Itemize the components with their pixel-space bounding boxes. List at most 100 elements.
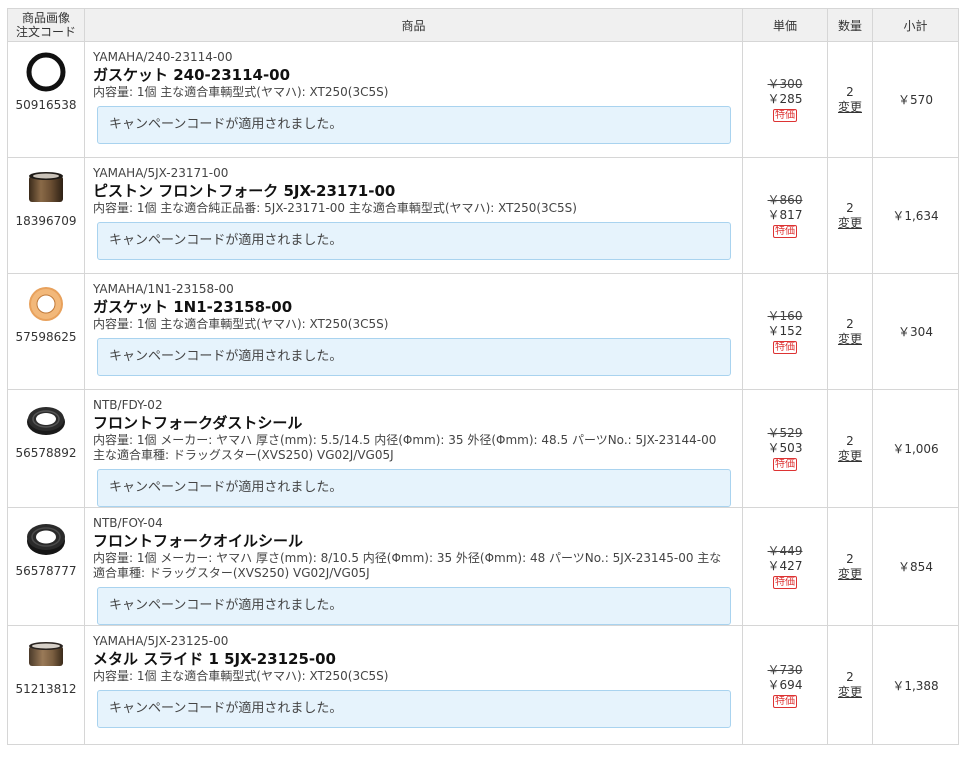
metal-slide-image[interactable] — [24, 634, 68, 678]
product-name[interactable]: ピストン フロントフォーク 5JX-23171-00 — [93, 181, 732, 201]
item-qty-cell: 2 変更 — [827, 273, 873, 390]
product-spec: 内容量: 1個 主な適合車輌型式(ヤマハ): XT250(3C5S) — [93, 669, 389, 683]
campaign-notice: キャンペーンコードが適用されました。 — [97, 222, 731, 260]
special-price-badge: 特価 — [773, 576, 797, 589]
order-code: 56578777 — [15, 564, 77, 578]
change-quantity-link[interactable]: 変更 — [828, 216, 872, 231]
cart-header-row: 商品画像 注文コード 商品 単価 数量 小計 — [7, 8, 959, 42]
header-subtotal: 小計 — [872, 8, 959, 42]
item-product-cell: YAMAHA/5JX-23125-00 メタル スライド 1 5JX-23125… — [84, 625, 743, 745]
original-price: ￥160 — [767, 309, 803, 323]
product-name[interactable]: ガスケット 240-23114-00 — [93, 65, 732, 85]
cart-item-row: 56578892 NTB/FDY-02 フロントフォークダストシール 内容量: … — [7, 389, 959, 508]
item-code-cell: 18396709 — [7, 157, 85, 274]
sale-price: ￥285 — [767, 92, 803, 106]
product-name[interactable]: フロントフォークダストシール — [93, 413, 732, 433]
original-price: ￥860 — [767, 193, 803, 207]
change-quantity-link[interactable]: 変更 — [828, 332, 872, 347]
header-code: 商品画像 注文コード — [7, 8, 85, 42]
maker-code: YAMAHA/240-23114-00 — [93, 50, 233, 64]
item-price-cell: ￥160 ￥152 特価 — [742, 273, 828, 390]
header-qty: 数量 — [827, 8, 873, 42]
special-price-badge: 特価 — [773, 694, 797, 708]
maker-code: YAMAHA/1N1-23158-00 — [93, 282, 234, 296]
item-qty-cell: 2 変更 — [827, 507, 873, 626]
item-qty-cell: 2 変更 — [827, 389, 873, 508]
item-subtotal: ￥1,634 — [872, 157, 959, 274]
product-spec: 内容量: 1個 主な適合車輌型式(ヤマハ): XT250(3C5S) — [93, 85, 389, 99]
product-name[interactable]: ガスケット 1N1-23158-00 — [93, 297, 732, 317]
special-price-badge: 特価 — [773, 225, 797, 238]
product-name[interactable]: フロントフォークオイルシール — [93, 531, 732, 551]
product-name[interactable]: メタル スライド 1 5JX-23125-00 — [93, 649, 732, 669]
change-quantity-link[interactable]: 変更 — [828, 100, 872, 115]
quantity-value: 2 — [846, 316, 854, 331]
special-price-badge: 特価 — [773, 109, 797, 122]
original-price: ￥449 — [767, 544, 803, 558]
piston-bushing-image[interactable] — [24, 166, 68, 210]
header-code-line1: 商品画像 — [21, 11, 70, 25]
change-quantity-link[interactable]: 変更 — [828, 685, 872, 700]
item-code-cell: 51213812 — [7, 625, 85, 745]
oil-seal-image[interactable] — [24, 516, 68, 560]
cart-item-row: 18396709 YAMAHA/5JX-23171-00 ピストン フロントフォ… — [7, 157, 959, 274]
item-price-cell: ￥449 ￥427 特価 — [742, 507, 828, 626]
sale-price: ￥694 — [767, 677, 803, 692]
original-price: ￥529 — [767, 426, 803, 440]
maker-code: NTB/FDY-02 — [93, 398, 163, 412]
maker-code: YAMAHA/5JX-23125-00 — [93, 634, 229, 648]
quantity-value: 2 — [846, 84, 854, 99]
cart-item-row: 57598625 YAMAHA/1N1-23158-00 ガスケット 1N1-2… — [7, 273, 959, 390]
sale-price: ￥503 — [767, 441, 803, 455]
quantity-value: 2 — [846, 551, 854, 566]
order-code: 51213812 — [15, 682, 77, 696]
item-subtotal: ￥570 — [872, 41, 959, 158]
item-subtotal: ￥1,006 — [872, 389, 959, 508]
item-code-cell: 56578777 — [7, 507, 85, 626]
header-unit-price: 単価 — [742, 8, 828, 42]
item-product-cell: NTB/FOY-04 フロントフォークオイルシール 内容量: 1個 メーカー: … — [84, 507, 743, 626]
quantity-value: 2 — [846, 670, 854, 684]
item-product-cell: YAMAHA/5JX-23171-00 ピストン フロントフォーク 5JX-23… — [84, 157, 743, 274]
order-code: 57598625 — [15, 330, 77, 344]
campaign-notice: キャンペーンコードが適用されました。 — [97, 587, 731, 625]
cart-item-row: 56578777 NTB/FOY-04 フロントフォークオイルシール 内容量: … — [7, 507, 959, 626]
item-qty-cell: 2 変更 — [827, 625, 873, 745]
item-qty-cell: 2 変更 — [827, 41, 873, 158]
item-qty-cell: 2 変更 — [827, 157, 873, 274]
order-code: 18396709 — [15, 214, 77, 228]
item-subtotal: ￥854 — [872, 507, 959, 626]
quantity-value: 2 — [846, 433, 854, 448]
item-code-cell: 56578892 — [7, 389, 85, 508]
campaign-notice: キャンペーンコードが適用されました。 — [97, 690, 731, 728]
change-quantity-link[interactable]: 変更 — [828, 567, 872, 582]
item-price-cell: ￥730 ￥694 特価 — [742, 625, 828, 745]
o-ring-gasket-image[interactable] — [24, 50, 68, 94]
header-product: 商品 — [84, 8, 743, 42]
maker-code: NTB/FOY-04 — [93, 516, 163, 530]
cart-table: 商品画像 注文コード 商品 単価 数量 小計 50916538 YAMAHA/2… — [7, 8, 959, 745]
special-price-badge: 特価 — [773, 341, 797, 354]
product-spec: 内容量: 1個 主な適合車輌型式(ヤマハ): XT250(3C5S) — [93, 317, 389, 331]
item-price-cell: ￥529 ￥503 特価 — [742, 389, 828, 508]
campaign-notice: キャンペーンコードが適用されました。 — [97, 106, 731, 144]
cart-item-row: 50916538 YAMAHA/240-23114-00 ガスケット 240-2… — [7, 41, 959, 158]
sale-price: ￥152 — [767, 324, 803, 338]
order-code: 56578892 — [15, 446, 77, 460]
campaign-notice: キャンペーンコードが適用されました。 — [97, 338, 731, 376]
item-price-cell: ￥300 ￥285 特価 — [742, 41, 828, 158]
header-code-line2: 注文コード — [15, 25, 76, 39]
item-subtotal: ￥1,388 — [872, 625, 959, 745]
sale-price: ￥817 — [767, 208, 803, 222]
dust-seal-image[interactable] — [24, 398, 68, 442]
copper-washer-image[interactable] — [24, 282, 68, 326]
item-product-cell: NTB/FDY-02 フロントフォークダストシール 内容量: 1個 メーカー: … — [84, 389, 743, 508]
cart-item-row: 51213812 YAMAHA/5JX-23125-00 メタル スライド 1 … — [7, 625, 959, 745]
product-spec: 内容量: 1個 メーカー: ヤマハ 厚さ(mm): 8/10.5 内径(Φmm)… — [93, 551, 722, 580]
order-code: 50916538 — [15, 98, 77, 112]
item-subtotal: ￥304 — [872, 273, 959, 390]
product-spec: 内容量: 1個 メーカー: ヤマハ 厚さ(mm): 5.5/14.5 内径(Φm… — [93, 433, 717, 462]
change-quantity-link[interactable]: 変更 — [828, 449, 872, 464]
item-price-cell: ￥860 ￥817 特価 — [742, 157, 828, 274]
item-product-cell: YAMAHA/1N1-23158-00 ガスケット 1N1-23158-00 内… — [84, 273, 743, 390]
